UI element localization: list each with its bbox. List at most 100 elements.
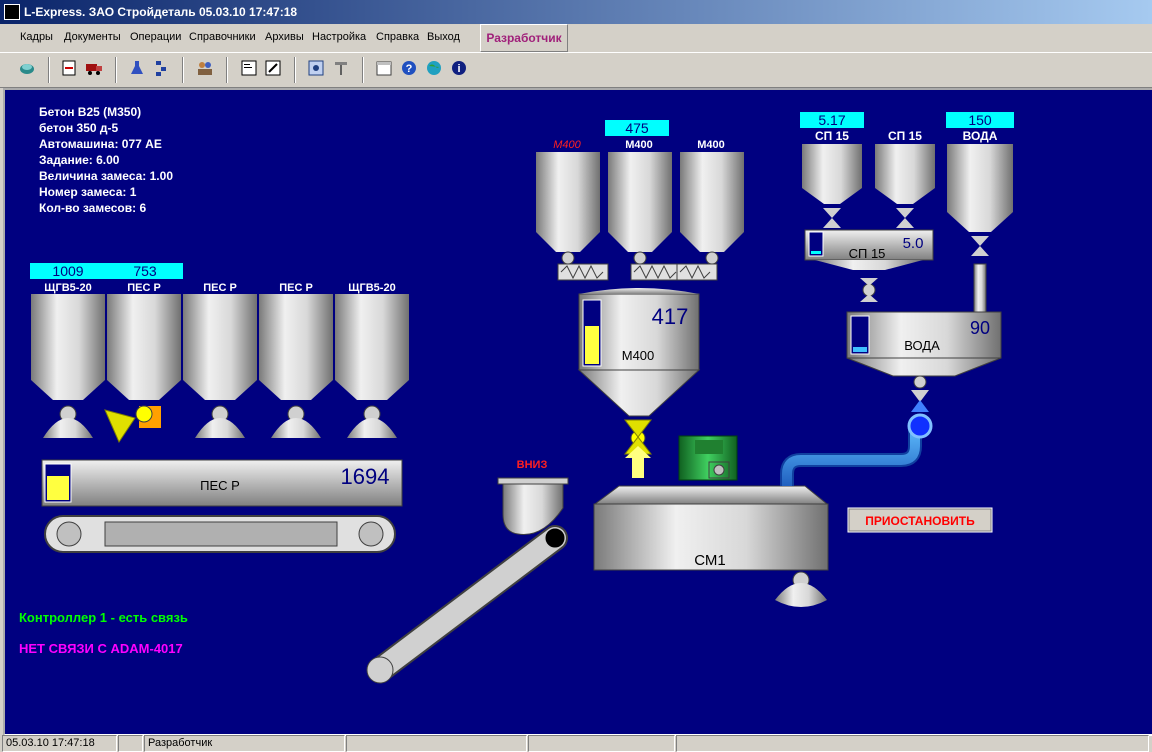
concrete-mixer[interactable]: СМ1 (593, 485, 829, 607)
app-icon (4, 4, 20, 20)
info-icon[interactable]: i (450, 59, 468, 77)
bin-label: ЩГВ5-20 (348, 282, 395, 294)
cement-silo[interactable] (680, 152, 744, 252)
toolbar: ? i (0, 53, 1152, 88)
info-line: Автомашина: 077 AE (39, 137, 162, 151)
aggregate-bin[interactable] (31, 294, 105, 438)
additive-tank-label: СП 15 (815, 129, 849, 143)
cement-silo[interactable] (608, 152, 672, 252)
menu-bar: Кадры Документы Операции Справочники Арх… (0, 24, 1152, 53)
globe-icon[interactable] (425, 59, 443, 77)
water-scale-value: 90 (970, 318, 990, 338)
bin-label: ЩГВ5-20 (44, 282, 91, 294)
calendar-icon[interactable] (375, 59, 393, 77)
title-bar: L-Express. ЗАО Стройдеталь 05.03.10 17:4… (0, 0, 1152, 24)
mixer-label: СМ1 (694, 552, 726, 569)
svg-text:?: ? (406, 63, 413, 75)
water-value: 150 (968, 112, 992, 128)
additive-scale-label: СП 15 (849, 246, 886, 261)
additive-tanks: 5.17 150 СП 15 СП 15 ВОДА (800, 112, 1014, 315)
info-line: Бетон В25 (М350) (39, 105, 141, 119)
menu-archives[interactable]: Архивы (265, 31, 304, 43)
belt-conveyor[interactable] (44, 515, 396, 553)
info-line: Кол-во замесов: 6 (39, 201, 146, 215)
water-scale-label: ВОДА (904, 338, 940, 353)
status-empty-cell (528, 735, 675, 752)
aggregate-bin[interactable] (183, 294, 257, 438)
tree-icon[interactable] (152, 59, 170, 77)
mixer-motor[interactable] (678, 435, 738, 481)
cement-silo-label: М400 (553, 139, 581, 151)
developer-tab[interactable]: Разработчик (480, 24, 568, 52)
skip-bucket[interactable]: ВНИЗ (497, 459, 569, 535)
controller-status: Контроллер 1 - есть связь (19, 610, 188, 625)
info-line: Номер замеса: 1 (39, 185, 137, 199)
cement-level-bar (585, 326, 599, 364)
additive-tank[interactable] (875, 144, 935, 228)
additive-tank[interactable] (802, 144, 862, 228)
additive-level-bar (811, 251, 821, 254)
cement-silos: 475 М400 М400 М400 (536, 120, 744, 281)
menu-documents[interactable]: Документы (64, 31, 121, 43)
info-line: бетон 350 д-5 (39, 121, 119, 135)
cement-silo-label: М400 (697, 139, 725, 151)
water-tank[interactable] (947, 144, 1013, 315)
aggregate-scale[interactable]: ПЕС Р 1694 (41, 459, 403, 507)
water-level-bar (853, 347, 867, 352)
tools-icon[interactable] (332, 59, 350, 77)
aggregate-bins: 1009 753 ЩГВ5-20 ПЕС Р ПЕС Р ПЕС Р ЩГВ5-… (30, 263, 409, 444)
flask-icon[interactable] (128, 59, 146, 77)
menu-exit[interactable]: Выход (427, 31, 460, 43)
inclined-conveyor[interactable] (366, 525, 568, 684)
menu-kadry[interactable]: Кадры (20, 31, 53, 43)
process-panel: Бетон В25 (М350) бетон 350 д-5 Автомашин… (3, 88, 1152, 736)
edit-report-icon[interactable] (264, 59, 282, 77)
additive-scale[interactable]: 5.0 СП 15 (804, 229, 934, 302)
bin-value: 753 (133, 263, 157, 279)
status-empty-cell (676, 735, 1149, 752)
aggregate-bin-active[interactable] (104, 294, 181, 444)
status-empty-cell (346, 735, 527, 752)
aggregate-bin[interactable] (259, 294, 333, 438)
menu-settings[interactable]: Настройка (312, 31, 366, 43)
stop-button-label: ПРИОСТАНОВИТЬ (865, 514, 975, 528)
cement-silo-label: М400 (625, 139, 653, 151)
additive-scale-value: 5.0 (903, 235, 924, 252)
info-line: Величина замеса: 1.00 (39, 169, 173, 183)
users-icon[interactable] (196, 59, 214, 77)
cement-scale-value: 417 (652, 304, 689, 329)
recipe-info: Бетон В25 (М350) бетон 350 д-5 Автомашин… (39, 105, 173, 215)
cement-silo[interactable] (536, 152, 600, 252)
water-pipe (780, 390, 933, 486)
bin-label: ПЕС Р (279, 282, 313, 294)
menu-operations[interactable]: Операции (130, 31, 181, 43)
print-icon[interactable] (60, 59, 78, 77)
bin-label: ПЕС Р (127, 282, 161, 294)
process-diagram: Бетон В25 (М350) бетон 350 д-5 Автомашин… (19, 105, 1014, 684)
truck-icon[interactable] (85, 59, 103, 77)
cement-value: 475 (625, 120, 649, 136)
additive-value: 5.17 (818, 112, 845, 128)
info-line: Задание: 6.00 (39, 153, 120, 167)
cement-scale-label: М400 (622, 348, 655, 363)
aggregate-scale-value: 1694 (341, 464, 390, 489)
additive-tank-label: СП 15 (888, 129, 922, 143)
stop-button[interactable]: ПРИОСТАНОВИТЬ (847, 507, 993, 533)
adam-status: НЕТ СВЯЗИ С ADAM-4017 (19, 641, 183, 656)
status-empty-cell (118, 735, 143, 752)
menu-reference[interactable]: Справочники (189, 31, 256, 43)
connect-icon[interactable] (18, 59, 36, 77)
bin-value: 1009 (52, 263, 83, 279)
help-icon[interactable]: ? (400, 59, 418, 77)
aggregate-level-bar (47, 476, 69, 500)
menu-help[interactable]: Справка (376, 31, 419, 43)
skip-label: ВНИЗ (517, 459, 548, 471)
cement-screw-conveyors[interactable] (557, 251, 719, 281)
aggregate-bin[interactable] (335, 294, 409, 438)
window-title: L-Express. ЗАО Стройдеталь 05.03.10 17:4… (24, 5, 298, 19)
bin-label: ПЕС Р (203, 282, 237, 294)
report-icon[interactable] (240, 59, 258, 77)
settings-icon[interactable] (307, 59, 325, 77)
status-user: Разработчик (144, 735, 345, 752)
water-scale[interactable]: 90 ВОДА (846, 311, 1002, 389)
